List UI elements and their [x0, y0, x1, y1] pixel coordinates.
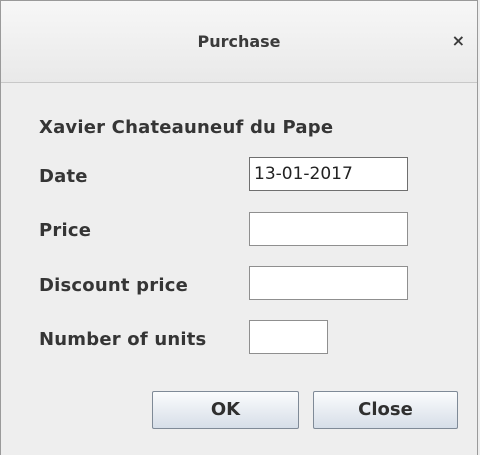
ok-button[interactable]: OK	[152, 391, 299, 429]
title-bar: Purchase ×	[1, 1, 477, 83]
purchase-dialog: Purchase × Xavier Chateauneuf du Pape Da…	[0, 0, 478, 455]
date-label: Date	[39, 166, 88, 187]
number-of-units-field[interactable]	[249, 320, 328, 354]
discount-price-label: Discount price	[39, 275, 188, 296]
price-label: Price	[39, 220, 92, 241]
discount-price-field[interactable]	[249, 266, 408, 300]
close-button[interactable]: Close	[313, 391, 458, 429]
date-field[interactable]	[249, 157, 408, 191]
product-name: Xavier Chateauneuf du Pape	[39, 117, 334, 138]
price-field[interactable]	[249, 212, 408, 246]
number-of-units-label: Number of units	[39, 329, 207, 350]
close-icon[interactable]: ×	[452, 31, 465, 50]
dialog-title: Purchase	[197, 32, 281, 51]
